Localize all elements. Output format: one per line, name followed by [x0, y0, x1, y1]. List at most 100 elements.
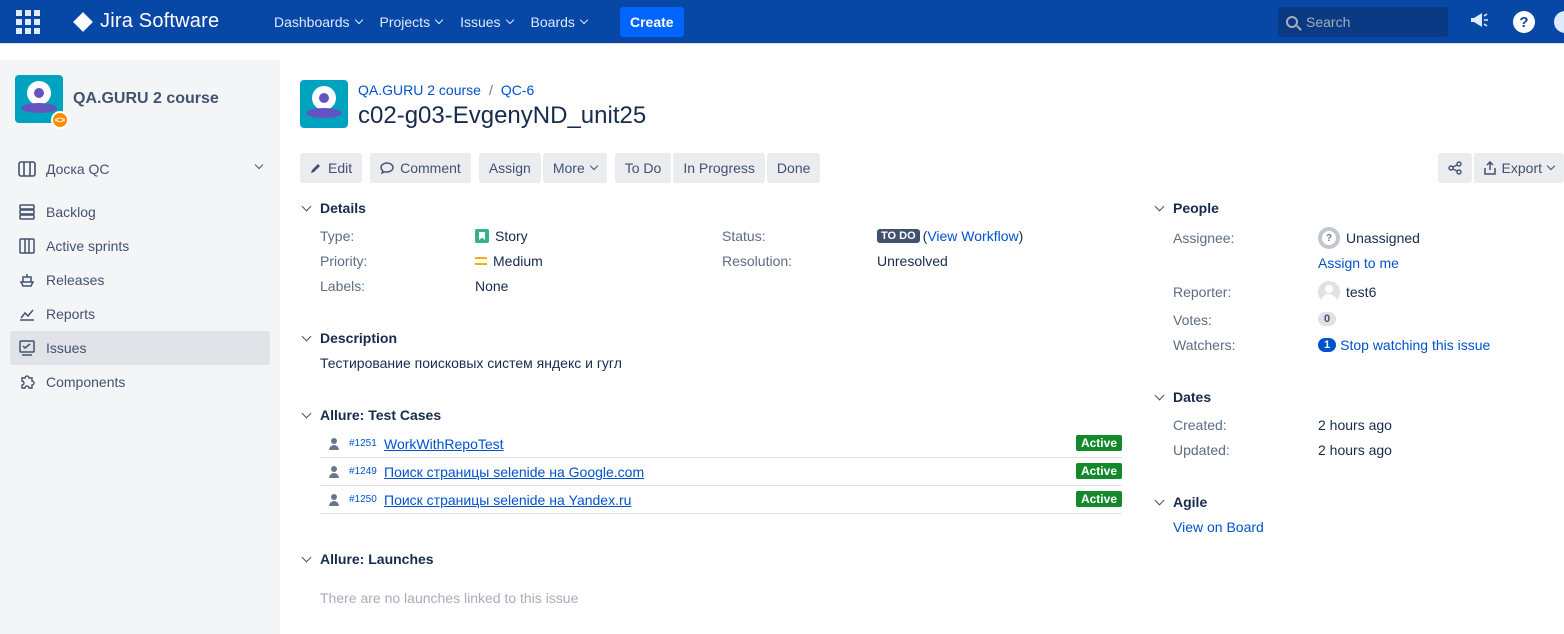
nav-issues[interactable]: Issues: [460, 14, 514, 30]
sprints-icon: [18, 237, 36, 255]
more-button[interactable]: More: [542, 153, 607, 183]
section-title: Details: [320, 200, 366, 216]
unassigned-avatar-icon: ?: [1318, 227, 1340, 249]
help-icon[interactable]: ?: [1513, 11, 1535, 33]
section-title: Description: [320, 330, 398, 346]
test-case-id[interactable]: #1251: [349, 438, 377, 449]
agile-section-header[interactable]: Agile: [1153, 494, 1207, 510]
user-avatar-icon: [1318, 281, 1340, 303]
test-cases-section-header[interactable]: Allure: Test Cases: [300, 407, 441, 423]
labels-value[interactable]: None: [475, 278, 508, 294]
description-section-header[interactable]: Description: [300, 330, 397, 346]
chevron-down-icon: [505, 15, 514, 24]
search-input[interactable]: Search: [1278, 7, 1448, 37]
user-avatar[interactable]: [1554, 11, 1564, 33]
sidebar-item-label: Issues: [46, 340, 87, 356]
reporter-name: test6: [1346, 284, 1377, 300]
nav-dashboards[interactable]: Dashboards: [274, 14, 363, 30]
breadcrumb: QA.GURU 2 course / QC-6: [358, 82, 534, 98]
sidebar-item-label: Releases: [46, 272, 105, 288]
watchers-count-badge[interactable]: 1: [1318, 338, 1337, 352]
dates-section-header[interactable]: Dates: [1153, 389, 1211, 405]
test-case-link[interactable]: Поиск страницы selenide на Yandex.ru: [384, 492, 631, 508]
stop-watching-link[interactable]: Stop watching this issue: [1340, 337, 1490, 353]
updated-value: 2 hours ago: [1318, 442, 1392, 458]
people-section-header[interactable]: People: [1153, 200, 1219, 216]
done-button[interactable]: Done: [766, 153, 821, 183]
sidebar-item-issues[interactable]: Issues: [10, 331, 270, 365]
breadcrumb-project[interactable]: QA.GURU 2 course: [358, 82, 481, 98]
details-section-header[interactable]: Details: [300, 200, 366, 216]
watchers-value: 1 Stop watching this issue: [1318, 337, 1490, 353]
status-value: TO DO (View Workflow): [877, 228, 1023, 244]
project-avatar-icon: <>: [15, 75, 69, 129]
votes-value[interactable]: 0: [1318, 312, 1337, 326]
jira-logo[interactable]: Jira Software: [73, 10, 220, 33]
test-case-status-badge: Active: [1075, 491, 1122, 507]
app-switcher-icon[interactable]: [16, 10, 40, 34]
test-case-row: #1249 Поиск страницы selenide на Google.…: [320, 458, 1122, 486]
nav-menus: Dashboards Projects Issues Boards: [274, 0, 589, 43]
chevron-down-icon: [354, 15, 363, 24]
test-case-id[interactable]: #1250: [349, 494, 377, 505]
edit-button[interactable]: Edit: [300, 153, 363, 183]
user-icon: [328, 437, 340, 450]
export-button[interactable]: Export: [1473, 153, 1564, 183]
breadcrumb-issue-key[interactable]: QC-6: [501, 82, 534, 98]
sidebar-item-reports[interactable]: Reports: [10, 297, 270, 331]
export-label: Export: [1501, 160, 1542, 176]
chevron-down-icon: [434, 15, 444, 24]
test-case-link[interactable]: WorkWithRepoTest: [384, 436, 504, 452]
nav-projects-label: Projects: [379, 13, 431, 30]
comment-button[interactable]: Comment: [370, 153, 471, 183]
sidebar-item-components[interactable]: Components: [10, 365, 270, 399]
resolution-label: Resolution:: [722, 253, 793, 269]
in-progress-button[interactable]: In Progress: [673, 153, 765, 183]
board-name: Доска QC: [46, 161, 110, 177]
sidebar: <> QA.GURU 2 course Доска QC Backlog Act…: [0, 60, 280, 634]
assign-to-me-link[interactable]: Assign to me: [1318, 255, 1399, 271]
share-button[interactable]: [1437, 153, 1472, 183]
launches-section-header[interactable]: Allure: Launches: [300, 551, 434, 567]
sidebar-item-backlog[interactable]: Backlog: [10, 195, 270, 229]
nav-boards[interactable]: Boards: [530, 13, 589, 30]
status-label: Status:: [722, 228, 766, 244]
view-workflow-link[interactable]: View Workflow: [927, 228, 1018, 244]
top-navigation: Jira Software Dashboards Projects Issues…: [0, 0, 1564, 44]
nav-projects[interactable]: Projects: [379, 13, 444, 30]
test-case-link[interactable]: Поиск страницы selenide на Google.com: [384, 464, 644, 480]
view-on-board-link[interactable]: View on Board: [1173, 519, 1264, 535]
product-name: Jira Software: [100, 10, 220, 32]
software-badge-icon: <>: [51, 111, 69, 129]
votes-label: Votes:: [1173, 312, 1212, 328]
sidebar-item-active-sprints[interactable]: Active sprints: [10, 229, 270, 263]
issue-summary[interactable]: c02-g03-EvgenyND_unit25: [358, 102, 646, 130]
project-header[interactable]: <> QA.GURU 2 course: [15, 75, 219, 129]
created-value: 2 hours ago: [1318, 417, 1392, 433]
votes-count-badge: 0: [1318, 312, 1337, 326]
labels-label: Labels:: [320, 278, 366, 294]
more-label: More: [552, 160, 585, 176]
assignee-value[interactable]: ? Unassigned: [1318, 227, 1420, 249]
test-case-id[interactable]: #1249: [349, 466, 377, 477]
resolution-value: Unresolved: [877, 253, 948, 269]
create-button[interactable]: Create: [620, 7, 684, 37]
nav-boards-label: Boards: [530, 13, 575, 30]
megaphone-icon[interactable]: [1469, 11, 1489, 34]
to-do-button[interactable]: To Do: [614, 153, 672, 183]
chevron-down-icon: [589, 161, 598, 171]
reporter-value[interactable]: test6: [1318, 281, 1376, 303]
pencil-icon: [311, 164, 320, 173]
assign-button[interactable]: Assign: [478, 153, 541, 183]
sidebar-item-releases[interactable]: Releases: [10, 263, 270, 297]
priority-medium-icon: [475, 257, 487, 265]
board-selector[interactable]: Доска QC: [18, 160, 270, 178]
description-text[interactable]: Тестирование поисковых систем яндекс и г…: [320, 355, 622, 371]
search-icon: [1286, 16, 1298, 28]
sidebar-item-label: Components: [46, 374, 126, 390]
chevron-down-icon: [301, 552, 312, 562]
chevron-down-icon: [1154, 390, 1165, 400]
chevron-down-icon: [301, 331, 312, 341]
section-title: Allure: Test Cases: [320, 407, 442, 423]
issue-view: QA.GURU 2 course / QC-6 c02-g03-EvgenyND…: [280, 60, 1564, 634]
